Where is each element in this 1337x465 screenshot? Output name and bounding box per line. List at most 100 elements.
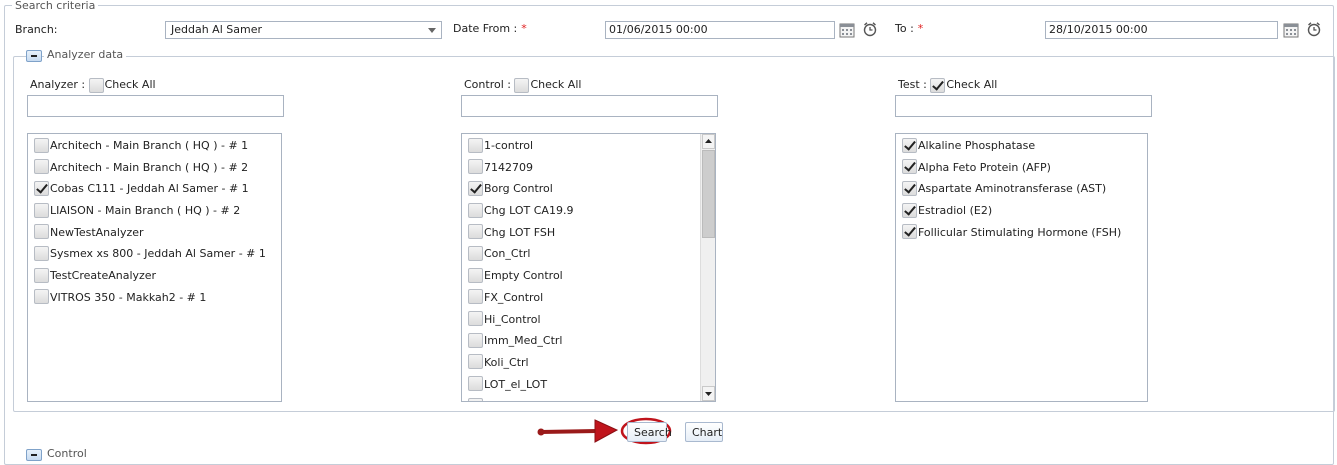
clock-icon[interactable]: [862, 21, 878, 37]
control-item-checkbox[interactable]: [468, 137, 483, 153]
analyzer-list-item[interactable]: Architech - Main Branch ( HQ ) - # 1: [28, 135, 281, 157]
required-marker: *: [521, 22, 527, 35]
test-item-checkbox[interactable]: [902, 137, 917, 153]
test-item-label: Aspartate Aminotransferase (AST): [918, 182, 1107, 196]
calendar-icon[interactable]: [1283, 22, 1299, 38]
chart-button[interactable]: Chart: [685, 422, 723, 442]
control-scrollbar[interactable]: [700, 134, 715, 401]
calendar-icon[interactable]: [839, 22, 855, 38]
control-item-checkbox[interactable]: [468, 376, 483, 392]
control-item-checkbox[interactable]: [468, 180, 483, 196]
control-list-item[interactable]: 1-control: [462, 135, 700, 157]
test-item-checkbox[interactable]: [902, 180, 917, 196]
control-listbox[interactable]: 1-control 7142709 Borg Control Chg LOT CA19…: [461, 133, 716, 402]
control-list-item[interactable]: Borg Control: [462, 178, 700, 200]
test-item-label: Estradiol (E2): [918, 204, 993, 218]
control-item-checkbox[interactable]: [468, 332, 483, 348]
test-list-item[interactable]: Estradiol (E2): [896, 200, 1147, 222]
analyzer-list-item[interactable]: LIAISON - Main Branch ( HQ ) - # 2: [28, 200, 281, 222]
analyzer-item-label: Cobas C111 - Jeddah Al Samer - # 1: [50, 182, 249, 196]
test-list-item[interactable]: Alkaline Phosphatase: [896, 135, 1147, 157]
search-button[interactable]: Search: [627, 422, 672, 442]
control-list-item[interactable]: Imm_Med_Ctrl: [462, 330, 700, 352]
test-filter-input[interactable]: [895, 95, 1152, 117]
scroll-down-button[interactable]: [702, 386, 715, 401]
analyzer-list-item[interactable]: Sysmex xs 800 - Jeddah Al Samer - # 1: [28, 243, 281, 265]
analyzer-item-checkbox[interactable]: [34, 159, 49, 175]
analyzer-list-item[interactable]: VITROS 350 - Makkah2 - # 1: [28, 287, 281, 309]
test-listbox[interactable]: Alkaline Phosphatase Alpha Feto Protein (…: [895, 133, 1148, 402]
test-item-label: Alpha Feto Protein (AFP): [918, 160, 1051, 174]
control-check-all-checkbox[interactable]: [514, 77, 530, 93]
control-list-item[interactable]: Chg LOT FSH: [462, 222, 700, 244]
test-check-all-label: Check All: [946, 78, 998, 91]
branch-select[interactable]: Jeddah Al Samer: [165, 21, 442, 39]
control-label: Control :: [464, 78, 511, 91]
control-item-checkbox[interactable]: [468, 267, 483, 283]
control-list-item[interactable]: Empty Control: [462, 265, 700, 287]
test-item-checkbox[interactable]: [902, 202, 917, 218]
control-header: Control : Check All: [464, 77, 581, 93]
test-item-checkbox[interactable]: [902, 159, 917, 175]
triangle-up-icon: [705, 139, 712, 143]
analyzer-list-item[interactable]: Architech - Main Branch ( HQ ) - # 2: [28, 157, 281, 179]
branch-label: Branch:: [15, 23, 58, 36]
control-list-item[interactable]: FX_Control: [462, 287, 700, 309]
analyzer-item-checkbox[interactable]: [34, 289, 49, 305]
control-list-item[interactable]: Con_Ctrl: [462, 243, 700, 265]
date-to-input[interactable]: 28/10/2015 00:00: [1045, 21, 1278, 39]
clock-icon[interactable]: [1306, 21, 1322, 37]
analyzer-item-checkbox[interactable]: [34, 137, 49, 153]
analyzer-item-label: TestCreateAnalyzer: [50, 269, 157, 283]
control-item-checkbox[interactable]: [468, 311, 483, 326]
test-list-item[interactable]: Follicular Stimulating Hormone (FSH): [896, 222, 1147, 244]
control-item-checkbox[interactable]: [468, 159, 483, 175]
analyzer-filter-input[interactable]: [27, 95, 284, 117]
scroll-up-button[interactable]: [702, 134, 715, 149]
analyzer-item-label: Sysmex xs 800 - Jeddah Al Samer - # 1: [50, 247, 266, 261]
control-list-item[interactable]: Koli_Ctrl: [462, 352, 700, 374]
scroll-thumb[interactable]: [702, 150, 715, 238]
analyzer-item-checkbox[interactable]: [34, 267, 49, 283]
test-list-item[interactable]: Aspartate Aminotransferase (AST): [896, 178, 1147, 200]
control-item-checkbox[interactable]: [468, 245, 483, 261]
control-filter-input[interactable]: [461, 95, 718, 117]
test-check-all-checkbox[interactable]: [930, 77, 946, 93]
next-section-toggle-button[interactable]: [26, 449, 42, 461]
test-label: Test :: [898, 78, 927, 91]
date-from-label-text: Date From :: [453, 22, 518, 35]
control-check-all-label: Check All: [530, 78, 582, 91]
analyzer-list-item[interactable]: TestCreateAnalyzer: [28, 265, 281, 287]
date-from-input[interactable]: 01/06/2015 00:00: [605, 21, 835, 39]
control-list-item[interactable]: 7142709: [462, 157, 700, 179]
analyzer-listbox[interactable]: Architech - Main Branch ( HQ ) - # 1 Arch…: [27, 133, 282, 402]
control-item-checkbox[interactable]: [468, 224, 483, 240]
analyzer-item-checkbox[interactable]: [34, 224, 49, 240]
control-list-item[interactable]: LOT_el_LOT: [462, 374, 700, 396]
test-item-checkbox[interactable]: [902, 224, 917, 240]
control-list-item[interactable]: Hi_Control: [462, 309, 700, 331]
analyzer-label: Analyzer :: [30, 78, 86, 91]
control-item-checkbox[interactable]: [468, 289, 483, 305]
analyzer-item-label: Architech - Main Branch ( HQ ) - # 2: [50, 160, 249, 174]
analyzer-item-checkbox[interactable]: [34, 202, 49, 218]
control-list-item[interactable]: Lo_Control: [462, 395, 700, 401]
search-criteria-legend: Search criteria: [12, 0, 99, 12]
analyzer-check-all-checkbox[interactable]: [88, 77, 104, 93]
control-item-checkbox[interactable]: [468, 397, 483, 401]
analyzer-list-item[interactable]: Cobas C111 - Jeddah Al Samer - # 1: [28, 178, 281, 200]
control-item-label: Chg LOT FSH: [484, 225, 556, 239]
control-item-checkbox[interactable]: [468, 202, 483, 218]
control-item-label: Con_Ctrl: [484, 247, 531, 261]
analyzer-item-checkbox[interactable]: [34, 245, 49, 261]
control-item-label: Empty Control: [484, 269, 563, 283]
control-item-label: Koli_Ctrl: [484, 355, 529, 369]
control-list-item[interactable]: Chg LOT CA19.9: [462, 200, 700, 222]
collapse-toggle-button[interactable]: [26, 50, 42, 62]
analyzer-list-item[interactable]: NewTestAnalyzer: [28, 222, 281, 244]
to-label: To : *: [895, 22, 923, 36]
test-list-item[interactable]: Alpha Feto Protein (AFP): [896, 157, 1147, 179]
control-item-checkbox[interactable]: [468, 354, 483, 370]
analyzer-item-checkbox[interactable]: [34, 180, 49, 196]
analyzer-header: Analyzer : Check All: [30, 77, 156, 93]
